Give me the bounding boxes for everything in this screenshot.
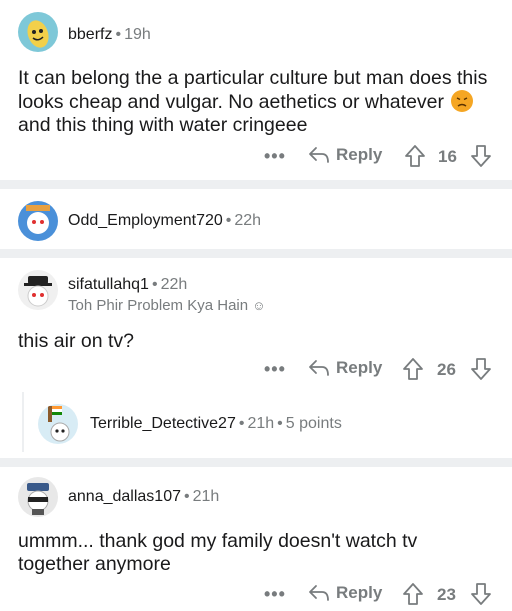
comment-meta: sifatullahq1 • 22h — [68, 276, 187, 294]
separator: • — [151, 276, 158, 293]
comment-meta: bberfz • 19h — [68, 26, 151, 44]
more-options-button[interactable]: ••• — [264, 359, 286, 380]
timestamp: 22h — [160, 276, 188, 293]
comment-divider — [0, 249, 512, 258]
comment-divider — [0, 458, 512, 467]
downvote-arrow-icon[interactable] — [470, 144, 492, 168]
reply-label: Reply — [336, 358, 383, 377]
user-flair: Toh Phir Problem Kya Hain ☺ — [68, 297, 266, 314]
reply-arrow-icon — [309, 147, 329, 163]
vote-score: 16 — [438, 147, 457, 166]
separator: • — [225, 212, 232, 229]
flair-emoji-icon: ☺ — [252, 298, 266, 313]
comment-divider — [0, 180, 512, 189]
comment-odd-employment[interactable]: Odd_Employment720 • 22h — [0, 189, 512, 249]
avatar[interactable] — [18, 477, 58, 517]
separator: • — [277, 415, 283, 432]
upvote-arrow-icon[interactable] — [404, 144, 426, 168]
downvote-arrow-icon[interactable] — [470, 582, 492, 606]
reply-label: Reply — [336, 145, 383, 164]
username[interactable]: Odd_Employment720 — [68, 212, 223, 229]
snoo-banana-avatar-icon — [27, 20, 49, 48]
reply-arrow-icon — [309, 585, 329, 601]
comment-body: It can belong the a particular culture b… — [18, 67, 488, 137]
points-count: 5 points — [285, 415, 342, 432]
separator: • — [184, 488, 190, 505]
vote-score: 26 — [437, 360, 456, 379]
username[interactable]: Terrible_Detective27 — [90, 415, 236, 432]
more-options-button[interactable]: ••• — [264, 146, 286, 167]
more-options-button[interactable]: ••• — [264, 584, 286, 605]
comment-body: this air on tv? — [18, 330, 134, 352]
snoo-avatar-icon — [26, 205, 50, 234]
username[interactable]: sifatullahq1 — [68, 276, 149, 293]
timestamp: 19h — [124, 26, 151, 43]
comment-meta: Odd_Employment720 • 22h — [68, 212, 261, 230]
separator: • — [115, 26, 122, 43]
username[interactable]: anna_dallas107 — [68, 488, 181, 505]
comment-bberfz: bberfz • 19h It can belong the a particula… — [0, 0, 512, 180]
avatar[interactable] — [38, 404, 78, 444]
reply-button[interactable]: Reply — [308, 583, 382, 603]
avatar[interactable] — [18, 270, 58, 310]
snoo-cap-avatar-icon — [27, 483, 49, 515]
username[interactable]: bberfz — [68, 26, 112, 43]
reply-arrow-icon — [309, 360, 329, 376]
snoo-flag-avatar-icon — [48, 406, 70, 442]
reply-button[interactable]: Reply — [308, 145, 382, 165]
comment-body: ummm... thank god my family doesn't watc… — [18, 530, 418, 575]
avatar[interactable] — [18, 12, 58, 52]
angry-face-icon — [451, 90, 474, 112]
timestamp: 22h — [234, 212, 262, 229]
reply-label: Reply — [336, 583, 383, 602]
snoo-hat-avatar-icon — [24, 276, 52, 307]
upvote-arrow-icon[interactable] — [402, 582, 424, 606]
comment-meta: anna_dallas107 • 21h — [68, 488, 219, 506]
timestamp: 21h — [192, 488, 220, 505]
comment-text: It can belong the a particular culture b… — [18, 67, 488, 113]
upvote-arrow-icon[interactable] — [402, 357, 424, 381]
reply-button[interactable]: Reply — [308, 358, 382, 378]
timestamp: 21h — [247, 415, 275, 432]
flair-text: Toh Phir Problem Kya Hain — [68, 297, 249, 314]
separator: • — [238, 415, 245, 432]
comment-anna-dallas107: anna_dallas107 • 21h ummm... thank god my … — [0, 467, 512, 611]
thread-line[interactable] — [22, 392, 24, 452]
vote-score: 23 — [437, 585, 456, 604]
comment-text-continued: and this thing with water cringeee — [18, 114, 308, 136]
comment-meta: Terrible_Detective27 • 21h • 5 points — [90, 415, 342, 433]
comment-sifatullahq1: sifatullahq1 • 22h Toh Phir Problem Kya Ha… — [0, 258, 512, 458]
avatar[interactable] — [18, 201, 58, 241]
downvote-arrow-icon[interactable] — [470, 357, 492, 381]
